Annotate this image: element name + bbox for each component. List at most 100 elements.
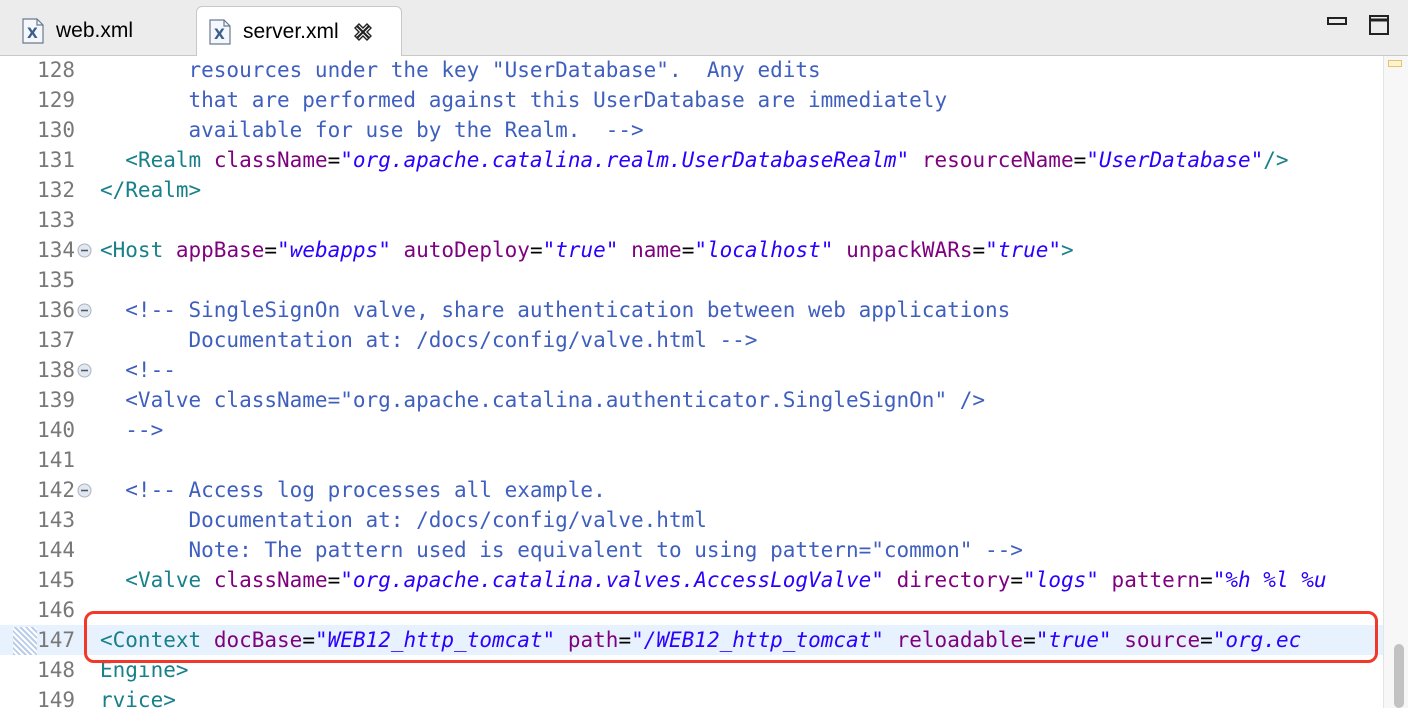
- code-token: =: [972, 238, 986, 262]
- code-token: rvice>: [100, 688, 176, 708]
- code-line[interactable]: 135: [0, 265, 1384, 295]
- tab-label: server.xml: [243, 20, 339, 43]
- changed-line-marker: [13, 627, 37, 655]
- code-token: directory: [896, 568, 1011, 592]
- tab-server-xml[interactable]: X server.xml: [196, 6, 402, 57]
- scrollbar-thumb[interactable]: [1394, 644, 1404, 708]
- line-number: 147: [37, 628, 75, 652]
- code-token: =: [327, 568, 341, 592]
- editor-tab-bar: X web.xml X server.xml: [0, 0, 1408, 57]
- code-token: -->: [100, 418, 164, 442]
- code-text: <Valve className="org.apache.catalina.au…: [100, 385, 985, 415]
- code-line[interactable]: 132 </Realm>: [0, 175, 1384, 205]
- fold-collapse-icon[interactable]: [77, 303, 92, 318]
- code-text: -->: [100, 415, 163, 445]
- xml-file-icon: X: [22, 18, 44, 44]
- code-token: "org.apache.catalina.realm.UserDatabaseR…: [340, 148, 910, 172]
- code-line[interactable]: 140 -->: [0, 415, 1384, 445]
- code-token: <!--: [100, 358, 176, 382]
- code-token: =: [681, 238, 695, 262]
- code-line[interactable]: 141: [0, 445, 1384, 475]
- overview-ruler[interactable]: [1383, 56, 1408, 708]
- code-token: "UserDatabase": [1086, 148, 1264, 172]
- close-icon[interactable]: [353, 22, 373, 42]
- line-number: 143: [37, 508, 75, 532]
- code-line[interactable]: 137 Documentation at: /docs/config/valve…: [0, 325, 1384, 355]
- code-text: that are performed against this UserData…: [100, 85, 948, 115]
- code-token: available for use by the Realm. -->: [100, 118, 644, 142]
- code-token: =: [529, 238, 543, 262]
- minimize-icon[interactable]: [1326, 14, 1348, 36]
- code-token: "true": [985, 238, 1062, 262]
- maximize-icon[interactable]: [1368, 14, 1390, 36]
- highlight-box: [84, 611, 1378, 663]
- code-text: <Valve className="org.apache.catalina.va…: [100, 565, 1327, 595]
- code-line[interactable]: 134 <Host appBase="webapps" autoDeploy="t…: [0, 235, 1384, 265]
- line-number: 128: [37, 58, 75, 82]
- line-number: 145: [37, 568, 75, 592]
- code-text: resources under the key "UserDatabase". …: [100, 56, 821, 85]
- code-token: "%h %l %u: [1212, 568, 1327, 592]
- xml-source-editor[interactable]: 149 rvice> 148 Engine> 147 <Context docBase="…: [0, 56, 1408, 708]
- fold-collapse-icon[interactable]: [77, 483, 92, 498]
- overview-annotation-marker[interactable]: [1388, 60, 1402, 67]
- code-line[interactable]: 131 <Realm className="org.apache.catalin…: [0, 145, 1384, 175]
- code-text: <!--: [100, 355, 176, 385]
- code-token: "localhost": [694, 238, 834, 262]
- code-line[interactable]: 138 <!--: [0, 355, 1384, 385]
- line-number: 132: [37, 178, 75, 202]
- code-token: </Realm>: [100, 178, 202, 202]
- tab-web-xml[interactable]: X web.xml: [8, 6, 194, 56]
- code-line[interactable]: 128 resources under the key "UserDatabas…: [0, 56, 1384, 85]
- code-token: pattern: [1111, 568, 1201, 592]
- code-token: <Valve: [125, 568, 202, 592]
- code-token: >: [1061, 238, 1074, 262]
- code-token: name: [631, 238, 682, 262]
- line-number: 138: [37, 358, 75, 382]
- code-line[interactable]: 142 <!-- Access log processes all exampl…: [0, 475, 1384, 505]
- code-text: <Host appBase="webapps" autoDeploy="true…: [100, 235, 1074, 265]
- line-number: 148: [37, 658, 75, 682]
- fold-collapse-icon[interactable]: [77, 243, 92, 258]
- tab-label: web.xml: [56, 19, 134, 42]
- code-line[interactable]: 139 <Valve className="org.apache.catalin…: [0, 385, 1384, 415]
- line-number: 136: [37, 298, 75, 322]
- code-line[interactable]: 144 Note: The pattern used is equivalent…: [0, 535, 1384, 565]
- code-line[interactable]: 143 Documentation at: /docs/config/valve…: [0, 505, 1384, 535]
- code-line[interactable]: 145 <Valve className="org.apache.catalin…: [0, 565, 1384, 595]
- code-token: resourceName: [921, 148, 1074, 172]
- code-token: Documentation at: /docs/config/valve.htm…: [100, 328, 758, 352]
- fold-collapse-icon[interactable]: [77, 363, 92, 378]
- code-text: rvice>: [100, 685, 176, 708]
- code-text: <Realm className="org.apache.catalina.re…: [100, 145, 1288, 175]
- code-token: <Valve className="org.apache.catalina.au…: [100, 388, 986, 412]
- svg-text:X: X: [27, 26, 38, 42]
- code-token: appBase: [175, 238, 265, 262]
- line-number: 131: [37, 148, 75, 172]
- code-text: Note: The pattern used is equivalent to …: [100, 535, 1023, 565]
- code-token: <!-- SingleSignOn valve, share authentic…: [100, 298, 1011, 322]
- code-line[interactable]: 136 <!-- SingleSignOn valve, share authe…: [0, 295, 1384, 325]
- line-number: 137: [37, 328, 75, 352]
- code-line[interactable]: 130 available for use by the Realm. -->: [0, 115, 1384, 145]
- code-line[interactable]: 129 that are performed against this User…: [0, 85, 1384, 115]
- line-number: 135: [37, 268, 75, 292]
- code-line[interactable]: 133: [0, 205, 1384, 235]
- code-token: "true": [542, 238, 619, 262]
- code-token: className: [213, 568, 328, 592]
- line-number: 141: [37, 448, 75, 472]
- code-text: available for use by the Realm. -->: [100, 115, 644, 145]
- code-token: that are performed against this UserData…: [100, 88, 948, 112]
- code-token: Note: The pattern used is equivalent to …: [100, 538, 1023, 562]
- line-number: 149: [37, 688, 75, 708]
- code-text: </Realm>: [100, 175, 201, 205]
- code-line[interactable]: 149 rvice>: [0, 685, 1384, 708]
- line-number: 142: [37, 478, 75, 502]
